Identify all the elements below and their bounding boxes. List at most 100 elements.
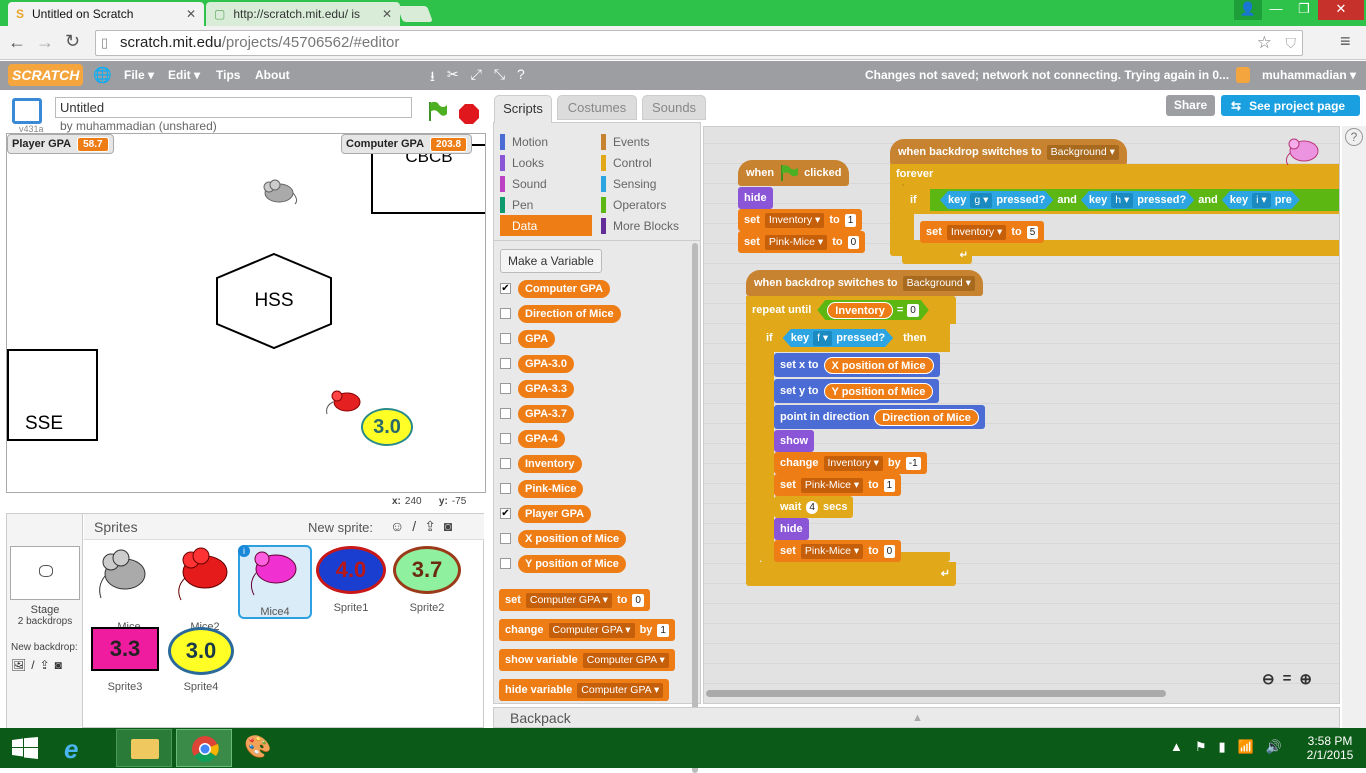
script-area-scrollbar[interactable] <box>706 690 1166 697</box>
key-pressed-h[interactable]: keyhpressed? <box>1081 191 1194 209</box>
variable-reporter[interactable]: Pink-Mice <box>518 479 584 498</box>
volume-icon[interactable]: 🔊 <box>1266 739 1282 755</box>
backdrop-library-icon[interactable]: 🖼 <box>11 658 26 672</box>
user-avatar-icon[interactable] <box>1236 67 1250 83</box>
key-f-pressed[interactable]: keyfpressed? <box>783 329 893 347</box>
make-variable-button[interactable]: Make a Variable <box>500 249 602 273</box>
sprite-thumb-sprite1[interactable]: 4.0 Sprite1 <box>313 546 389 614</box>
hide-block[interactable]: hide <box>738 187 773 209</box>
minimize-button[interactable]: — <box>1262 0 1290 20</box>
star-icon[interactable]: ☆ <box>1257 31 1272 55</box>
wait-block[interactable]: wait 4 secs <box>774 496 854 518</box>
category-events[interactable]: Events <box>601 131 697 152</box>
tab-url[interactable]: ▢ http://scratch.mit.edu/ is ✕ <box>206 2 400 26</box>
category-data[interactable]: Data <box>500 215 592 236</box>
shield-icon[interactable]: ⛉ <box>1286 31 1297 55</box>
zoom-in-icon[interactable]: ⊕ <box>1299 670 1312 688</box>
sprite-library-icon[interactable]: ☺ <box>390 518 404 535</box>
project-title-input[interactable] <box>55 97 412 118</box>
value-input[interactable]: 1 <box>883 478 896 492</box>
backpack-bar[interactable]: Backpack ▲ <box>493 707 1340 728</box>
back-icon[interactable]: ← <box>8 32 26 53</box>
category-motion[interactable]: Motion <box>500 131 596 152</box>
upload-icon[interactable]: ⇪ <box>40 658 50 672</box>
variable-reporter[interactable]: Player GPA <box>518 504 592 523</box>
category-more-blocks[interactable]: More Blocks <box>601 215 697 236</box>
palette-hide-variable-block[interactable]: hide variable Computer GPA <box>499 679 670 701</box>
value-input[interactable]: 0 <box>632 593 644 607</box>
expand-up-icon[interactable]: ▲ <box>912 708 923 728</box>
variable-checkbox[interactable] <box>500 558 511 569</box>
variable-reporter[interactable]: Y position of Mice <box>518 554 626 573</box>
when-backdrop-switches-block[interactable]: when backdrop switches to Background <box>890 139 1127 165</box>
variable-checkbox[interactable] <box>500 458 511 469</box>
value-input[interactable]: 4 <box>806 500 818 514</box>
reload-icon[interactable]: ↻ <box>65 31 80 52</box>
tab-costumes[interactable]: Costumes <box>557 95 637 120</box>
sprite-sse[interactable]: SSE <box>7 349 98 441</box>
zoom-out-icon[interactable]: ⊖ <box>1262 670 1275 688</box>
inventory-reporter[interactable]: Inventory <box>827 302 893 319</box>
user-menu[interactable]: muhammadian ▾ <box>1262 61 1356 90</box>
menu-file[interactable]: File ▾ <box>124 61 154 90</box>
variable-checkbox[interactable]: ✔ <box>500 508 511 519</box>
set-inventory-block[interactable]: setInventoryto1 <box>738 209 863 231</box>
sprite-thumb-mice[interactable]: Mice <box>91 546 167 633</box>
monitor-computer-gpa[interactable]: Computer GPA 203.8 <box>341 134 473 154</box>
set-x-block[interactable]: set x to X position of Mice <box>774 353 940 377</box>
variable-reporter[interactable]: Inventory <box>518 454 582 473</box>
and-operator[interactable]: keygpressed? and keyhpressed? and keyipr… <box>930 189 1339 211</box>
key-pressed-i[interactable]: keyipre <box>1222 191 1300 209</box>
value-input[interactable]: 0 <box>847 235 860 249</box>
profile-icon[interactable]: 👤 <box>1234 0 1262 20</box>
stage[interactable]: Player GPA 58.7 CBCB Computer GPA 203.8 … <box>6 133 486 493</box>
variable-dropdown[interactable]: Computer GPA <box>577 682 664 698</box>
sprite-thumb-mice2[interactable]: Mice2 <box>167 546 243 633</box>
variable-checkbox[interactable] <box>500 383 511 394</box>
category-operators[interactable]: Operators <box>601 194 697 215</box>
tab-scripts[interactable]: Scripts <box>494 95 552 123</box>
variable-dropdown[interactable]: Computer GPA <box>548 622 635 638</box>
stop-icon[interactable] <box>458 103 480 125</box>
when-flag-clicked-block[interactable]: when clicked <box>738 160 850 186</box>
category-looks[interactable]: Looks <box>500 152 596 173</box>
sprite-thumb-sprite4[interactable]: 3.0 Sprite4 <box>163 627 239 693</box>
value-input[interactable]: 1 <box>657 623 669 637</box>
set-pink-mice-1-block[interactable]: setPink-Miceto1 <box>774 474 902 496</box>
forever-block[interactable]: forever if keygpressed? and keyhpressed?… <box>890 164 1339 264</box>
sprite-thumb-sprite2[interactable]: 3.7 Sprite2 <box>389 546 465 614</box>
menu-about[interactable]: About <box>255 61 290 90</box>
shrink-icon[interactable]: ⤡ <box>494 66 505 90</box>
variable-reporter[interactable]: GPA-4 <box>518 429 565 448</box>
tray-expand-icon[interactable]: ▲ <box>1170 739 1183 755</box>
tab-close-icon[interactable]: ✕ <box>186 7 196 21</box>
battery-icon[interactable]: ▮ <box>1219 739 1226 755</box>
variable-checkbox[interactable] <box>500 408 511 419</box>
camera-icon[interactable]: ◙ <box>55 658 62 672</box>
palette-set-block[interactable]: setComputer GPAto0 <box>499 589 650 611</box>
if-then-header[interactable]: if keyfpressed? then <box>760 324 950 352</box>
camera-icon[interactable]: ◙ <box>444 518 452 535</box>
monitor-player-gpa[interactable]: Player GPA 58.7 <box>7 134 114 154</box>
fullscreen-icon[interactable] <box>12 98 42 124</box>
windows-start-icon[interactable] <box>12 737 38 759</box>
set-pink-mice-0-block[interactable]: setPink-Miceto0 <box>774 540 902 562</box>
variable-dropdown[interactable]: Computer GPA <box>525 592 612 608</box>
paint-icon[interactable]: / <box>31 658 34 672</box>
menu-icon[interactable]: ≡ <box>1340 31 1351 52</box>
paint-icon[interactable]: / <box>412 518 416 535</box>
variable-reporter[interactable]: X position of Mice <box>518 529 627 548</box>
green-flag-icon[interactable] <box>425 100 449 122</box>
value-input[interactable]: 5 <box>1026 225 1039 239</box>
zoom-reset-icon[interactable]: = <box>1283 670 1292 688</box>
paint-app-icon[interactable]: 🎨 <box>244 734 271 760</box>
variable-dropdown[interactable]: Computer GPA <box>582 652 669 668</box>
category-pen[interactable]: Pen <box>500 194 596 215</box>
value-input[interactable]: 1 <box>844 213 857 227</box>
set-inventory-5-block[interactable]: setInventoryto5 <box>920 221 1045 243</box>
variable-checkbox[interactable] <box>500 333 511 344</box>
maximize-button[interactable]: ❐ <box>1290 0 1318 20</box>
share-button[interactable]: Share <box>1166 95 1215 116</box>
cut-icon[interactable]: ✂ <box>447 66 459 90</box>
help-icon[interactable]: ? <box>1345 128 1363 146</box>
